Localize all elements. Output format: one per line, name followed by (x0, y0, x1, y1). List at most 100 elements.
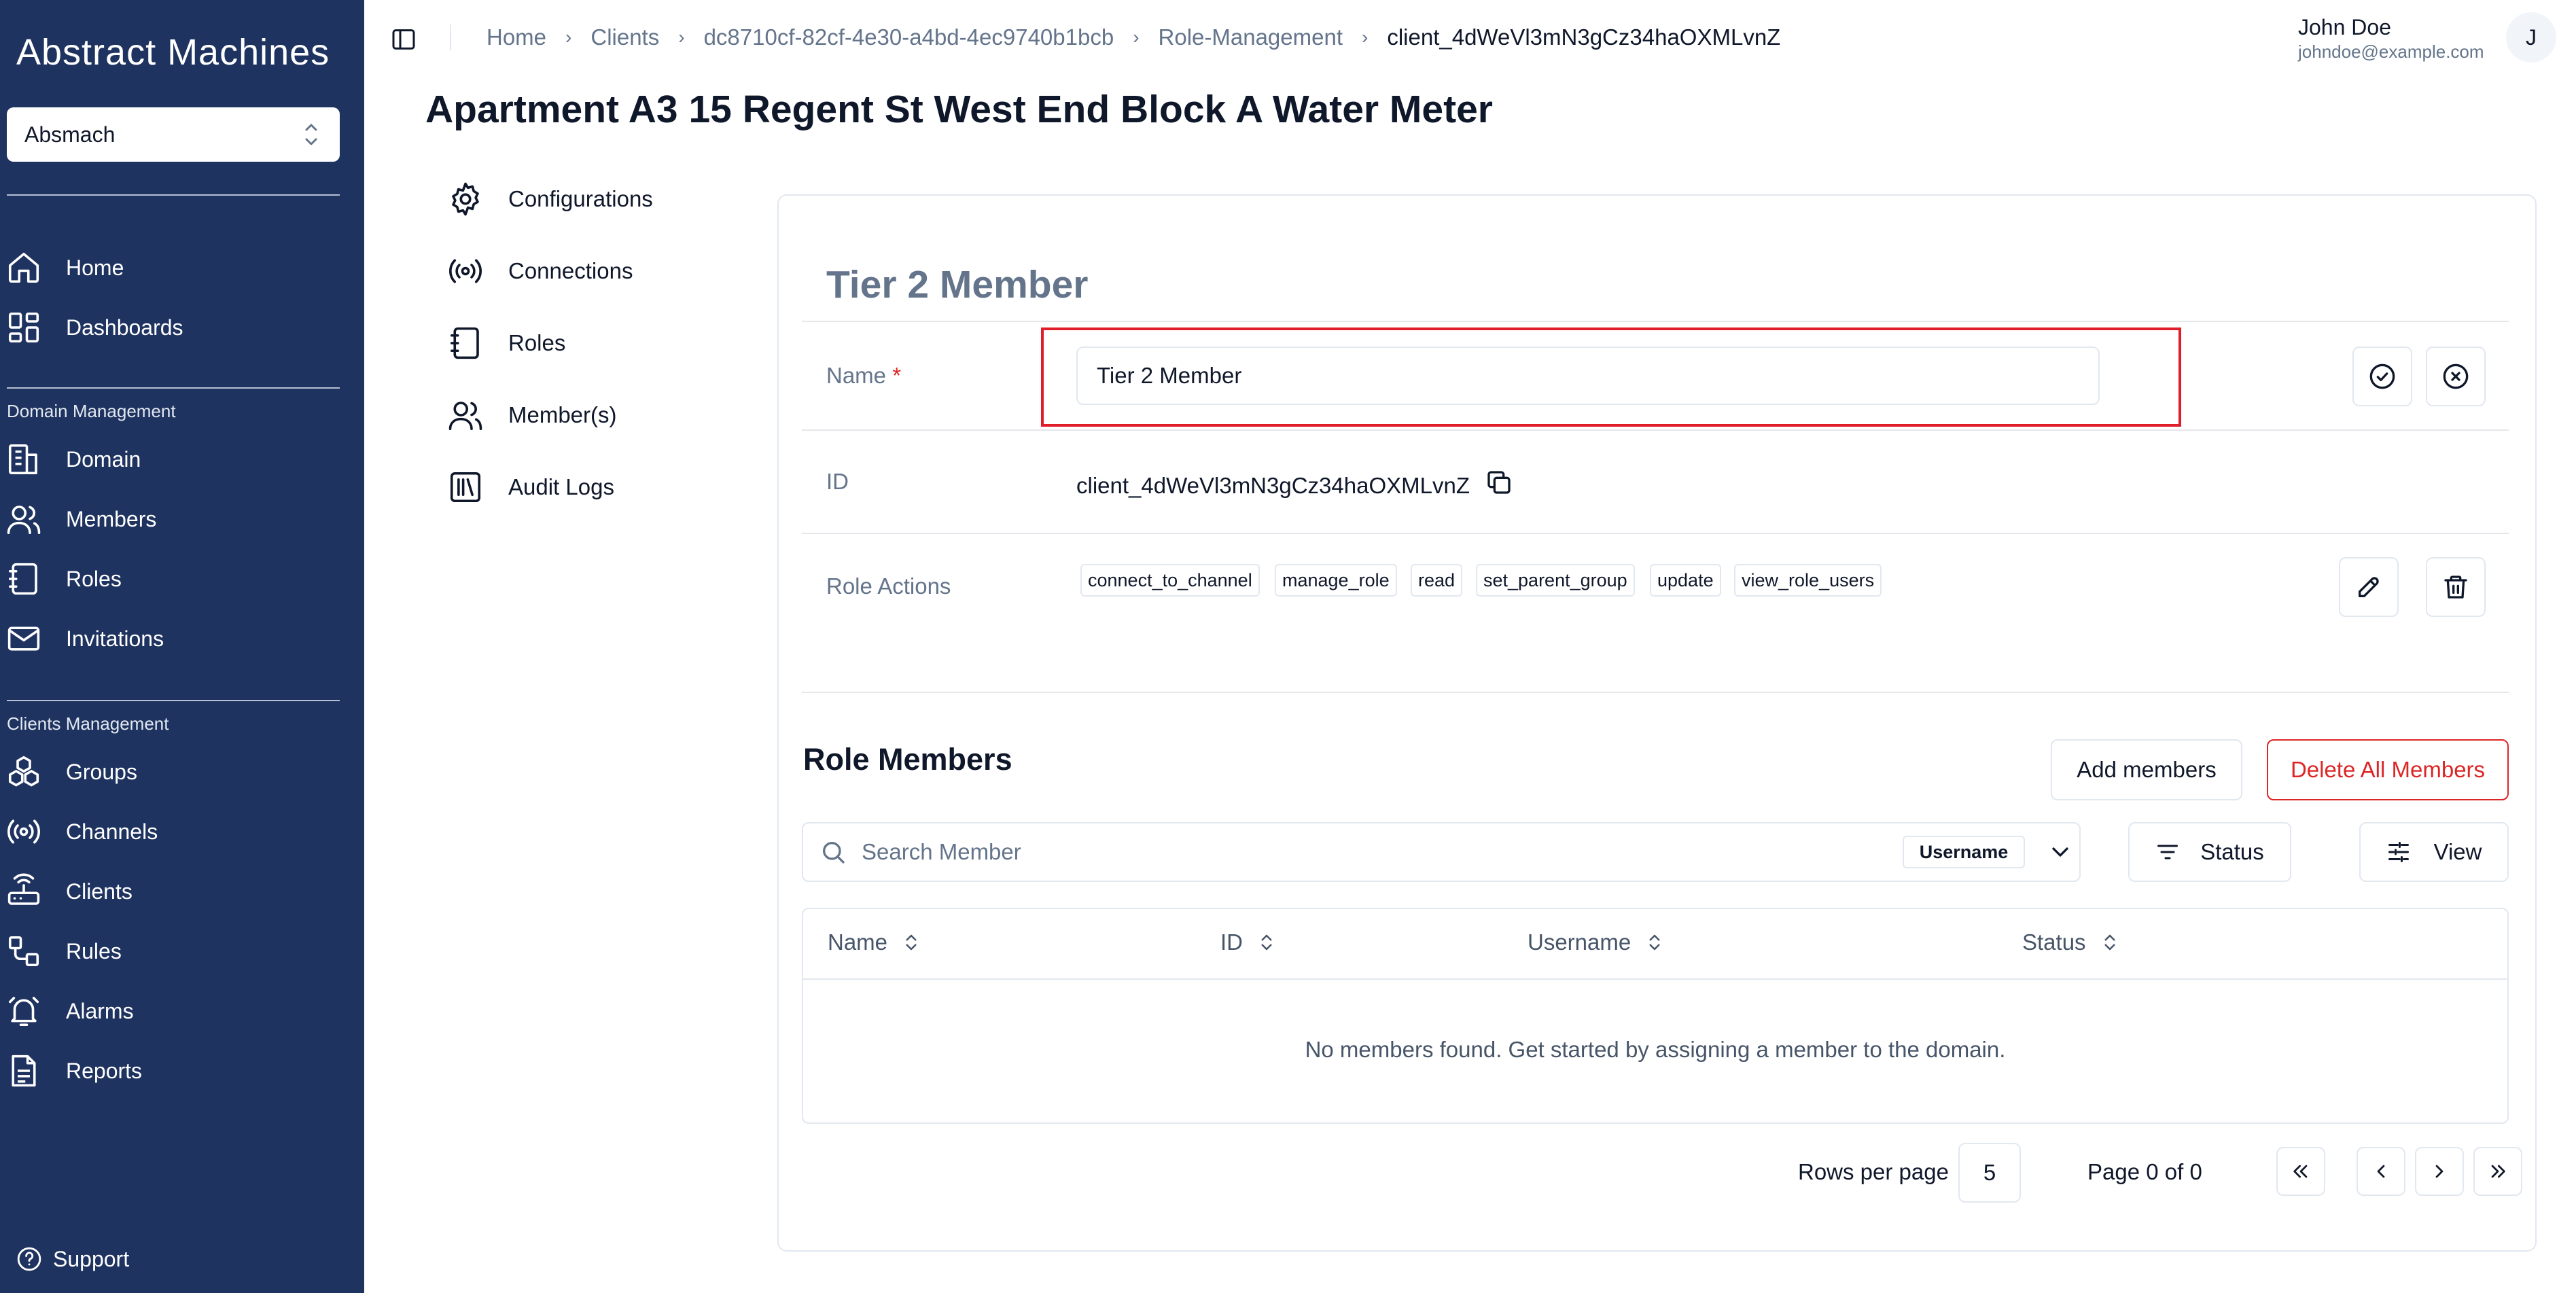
breadcrumb-home[interactable]: Home (487, 24, 546, 50)
subnav-roles[interactable]: Roles (447, 325, 565, 361)
filter-lines-icon (2157, 845, 2178, 860)
subnav-label: Member(s) (508, 402, 617, 427)
sidebar-item-label: Groups (66, 759, 137, 784)
breadcrumb-clients[interactable]: Clients (590, 24, 659, 50)
sidebar-item-alarms[interactable]: Alarms (0, 987, 364, 1035)
chevron-right-icon: › (565, 26, 572, 48)
delete-actions-button[interactable] (2426, 557, 2486, 617)
name-label: Name * (826, 363, 901, 389)
sidebar-item-label: Rules (66, 938, 122, 963)
copy-icon[interactable] (1485, 469, 1513, 496)
support-link[interactable]: Support (16, 1246, 129, 1272)
column-header-id[interactable]: ID (1220, 929, 1277, 955)
next-page-button[interactable] (2415, 1147, 2464, 1196)
clients-icon (7, 873, 40, 905)
help-icon (17, 1247, 41, 1271)
sort-icon (1261, 934, 1272, 951)
breadcrumb-client-id[interactable]: dc8710cf-82cf-4e30-a4bd-4ec9740b1bcb (704, 24, 1114, 50)
sidebar-toggle-icon[interactable] (390, 26, 417, 53)
divider (802, 692, 2509, 693)
sidebar-item-members[interactable]: Members (0, 495, 364, 544)
chevron-right-icon: › (1133, 26, 1140, 48)
search-icon (823, 842, 845, 864)
chevron-up-down-icon (305, 124, 317, 145)
sidebar-item-dashboards[interactable]: Dashboards (0, 303, 364, 352)
delete-all-members-button[interactable]: Delete All Members (2267, 739, 2509, 800)
divider (802, 429, 2509, 431)
page-title: Apartment A3 15 Regent St West End Block… (425, 88, 1493, 131)
sidebar-item-invitations[interactable]: Invitations (0, 614, 364, 663)
app-logo: Abstract Machines (16, 32, 330, 73)
rules-icon (8, 936, 39, 967)
name-label-text: Name (826, 363, 887, 388)
pencil-icon (2359, 577, 2379, 597)
subnav-audit-logs[interactable]: Audit Logs (447, 469, 614, 506)
alarm-icon (8, 997, 39, 1027)
add-members-button[interactable]: Add members (2051, 739, 2242, 800)
confirm-name-button[interactable] (2352, 347, 2412, 406)
sidebar-item-groups[interactable]: Groups (0, 747, 364, 796)
roles-icon (8, 563, 37, 595)
sort-icon (906, 934, 917, 951)
column-header-username[interactable]: Username (1528, 929, 1665, 955)
first-page-button[interactable] (2276, 1147, 2325, 1196)
domain-icon (8, 444, 37, 475)
chevrons-left-icon (2293, 1165, 2308, 1178)
sidebar-item-channels[interactable]: Channels (0, 807, 364, 856)
role-title: Tier 2 Member (826, 263, 1089, 306)
page-info: Page 0 of 0 (2087, 1159, 2202, 1184)
edit-actions-button[interactable] (2339, 557, 2399, 617)
close-circle-icon (2443, 364, 2469, 389)
sidebar-item-roles[interactable]: Roles (0, 554, 364, 603)
sidebar-item-label: Roles (66, 566, 122, 591)
previous-page-button[interactable] (2357, 1147, 2405, 1196)
last-page-button[interactable] (2473, 1147, 2522, 1196)
rows-per-page-select[interactable]: 5 (1958, 1143, 2021, 1203)
channels-icon (7, 819, 40, 844)
breadcrumb-role-management[interactable]: Role-Management (1159, 24, 1343, 50)
search-member-input[interactable] (853, 826, 1886, 878)
column-header-name[interactable]: Name (828, 929, 921, 955)
user-name: John Doe (2298, 15, 2391, 39)
cancel-name-button[interactable] (2426, 347, 2486, 406)
search-field-select[interactable]: Username (1903, 836, 2025, 868)
organization-select[interactable]: Absmach (7, 107, 340, 162)
organization-select-value: Absmach (24, 122, 116, 147)
role-name-input[interactable] (1076, 347, 2100, 405)
sidebar-item-domain[interactable]: Domain (0, 435, 364, 484)
sidebar-item-label: Members (66, 506, 157, 531)
sidebar-item-label: Alarms (66, 998, 134, 1023)
sidebar-item-rules[interactable]: Rules (0, 927, 364, 976)
avatar[interactable]: J (2506, 12, 2556, 63)
view-options-button[interactable]: View (2359, 822, 2509, 882)
subnav-connections[interactable]: Connections (447, 253, 633, 289)
members-icon (448, 402, 482, 431)
empty-state-message: No members found. Get started by assigni… (1305, 1037, 2006, 1062)
column-header-label: Name (828, 929, 888, 955)
role-action-chip: update (1650, 564, 1721, 597)
role-id-value: client_4dWeVl3mN3gCz34haOXMLvnZ (1076, 473, 1470, 498)
check-circle-icon (2369, 364, 2395, 389)
sort-icon (2104, 934, 2115, 951)
sidebar-item-clients[interactable]: Clients (0, 867, 364, 916)
status-filter-button[interactable]: Status (2128, 822, 2291, 882)
sidebar-item-label: Clients (66, 879, 133, 904)
sidebar-item-reports[interactable]: Reports (0, 1046, 364, 1095)
user-info[interactable]: John Doe johndoe@example.com (2298, 15, 2484, 63)
subnav-members[interactable]: Member(s) (447, 397, 617, 433)
sidebar-item-label: Home (66, 255, 124, 280)
table-header-divider (803, 978, 2507, 980)
breadcrumb: Home › Clients › dc8710cf-82cf-4e30-a4bd… (487, 24, 1780, 50)
id-label: ID (826, 469, 849, 494)
chevrons-right-icon (2491, 1165, 2505, 1178)
rows-per-page-label: Rows per page (1798, 1159, 1949, 1184)
role-members-title: Role Members (803, 742, 1012, 777)
sidebar-item-home[interactable]: Home (0, 243, 364, 292)
column-header-label: ID (1220, 929, 1243, 955)
subnav-configurations[interactable]: Configurations (447, 181, 653, 217)
chevron-down-icon[interactable] (2047, 838, 2074, 866)
trash-icon (2444, 575, 2467, 599)
column-header-status[interactable]: Status (2022, 929, 2120, 955)
sidebar-section-title: Domain Management (7, 401, 176, 421)
role-action-chip: view_role_users (1734, 564, 1882, 597)
